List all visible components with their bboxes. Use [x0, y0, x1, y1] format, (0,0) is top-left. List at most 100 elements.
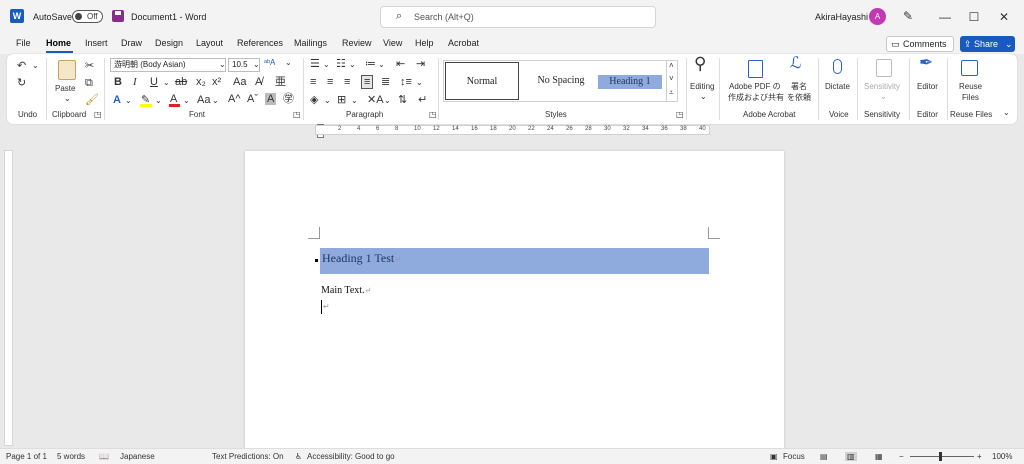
microphone-icon[interactable]: [833, 59, 842, 74]
comments-button[interactable]: ▭ Comments: [886, 36, 954, 52]
tab-references[interactable]: References: [237, 38, 283, 48]
styles-more-icon[interactable]: ⩡: [669, 88, 674, 98]
change-case-icon[interactable]: Aa: [233, 76, 246, 88]
request-signature-icon[interactable]: ℒ: [790, 56, 802, 72]
style-no-spacing[interactable]: No Spacing: [524, 62, 598, 100]
font-size-dropdown-icon[interactable]: ⌄: [253, 60, 260, 69]
page-count[interactable]: Page 1 of 1: [6, 452, 47, 461]
editing-label[interactable]: Editing: [690, 82, 714, 92]
clear-formatting-icon[interactable]: A̸: [255, 76, 262, 88]
text-effects-dropdown-icon[interactable]: ⌄: [125, 96, 132, 105]
numbering-icon[interactable]: ☷: [336, 58, 346, 70]
shrink-font-icon[interactable]: Aˇ: [247, 93, 258, 105]
bullets-dropdown-icon[interactable]: ⌄: [323, 60, 330, 69]
zoom-in-icon[interactable]: +: [977, 452, 982, 461]
text-effects-icon[interactable]: A: [113, 94, 121, 106]
web-layout-icon[interactable]: ▦: [875, 452, 883, 461]
word-count[interactable]: 5 words: [57, 452, 85, 461]
sign-label-1[interactable]: 署名: [791, 82, 807, 92]
zoom-slider-track[interactable]: [910, 456, 974, 457]
show-marks-icon[interactable]: ↵: [418, 94, 427, 106]
superscript-icon[interactable]: x²: [212, 76, 221, 88]
shading-icon[interactable]: ◈: [310, 94, 318, 106]
styles-up-icon[interactable]: ˄: [669, 61, 674, 70]
italic-icon[interactable]: I: [133, 76, 137, 88]
multilevel-list-icon[interactable]: ≔: [365, 58, 376, 70]
tab-design[interactable]: Design: [155, 38, 183, 48]
bullets-icon[interactable]: ☰: [310, 58, 320, 70]
increase-indent-icon[interactable]: ⇥: [416, 58, 425, 70]
heading-text[interactable]: Heading 1 Test↵: [322, 251, 401, 266]
reuse-label-1[interactable]: Reuse: [959, 82, 982, 92]
tab-mailings[interactable]: Mailings: [294, 38, 327, 48]
accessibility-status[interactable]: Accessibility: Good to go: [307, 452, 395, 461]
borders-icon[interactable]: ⊞: [337, 94, 346, 106]
close-icon[interactable]: ✕: [994, 8, 1014, 26]
grow-font-icon[interactable]: A^: [228, 93, 241, 105]
phonetic-dropdown-icon[interactable]: ⌄: [285, 58, 292, 67]
tab-draw[interactable]: Draw: [121, 38, 142, 48]
adobe-pdf-label-2[interactable]: 作成および共有: [728, 93, 784, 103]
zoom-slider-thumb[interactable]: [939, 452, 942, 461]
sign-label-2[interactable]: を依頼: [787, 93, 811, 103]
ruby-icon[interactable]: 亜: [275, 76, 286, 88]
read-mode-icon[interactable]: ▤: [820, 452, 828, 461]
tab-layout[interactable]: Layout: [196, 38, 223, 48]
editing-dropdown-icon[interactable]: ⌄: [700, 92, 707, 101]
vertical-ruler[interactable]: [4, 150, 13, 446]
borders-dropdown-icon[interactable]: ⌄: [351, 96, 358, 105]
underline-icon[interactable]: U: [150, 76, 158, 88]
underline-dropdown-icon[interactable]: ⌄: [163, 78, 170, 87]
font-name-dropdown-icon[interactable]: ⌄: [219, 60, 226, 69]
character-shading-icon[interactable]: A: [265, 93, 277, 105]
shading-dropdown-icon[interactable]: ⌄: [324, 96, 331, 105]
highlight-dropdown-icon[interactable]: ⌄: [155, 96, 162, 105]
distributed-icon[interactable]: ≣: [381, 76, 390, 88]
line-spacing-icon[interactable]: ↕≡: [400, 76, 412, 88]
align-right-icon[interactable]: ≡: [344, 76, 350, 88]
change-case-dropdown-icon[interactable]: ⌄: [212, 96, 219, 105]
tab-home[interactable]: Home: [46, 38, 71, 48]
body-text[interactable]: Main Text.↵: [321, 285, 371, 296]
line-spacing-dropdown-icon[interactable]: ⌄: [416, 78, 423, 87]
adobe-pdf-icon[interactable]: [748, 60, 763, 78]
paste-label[interactable]: Paste: [55, 84, 75, 94]
focus-label[interactable]: Focus: [783, 452, 805, 461]
sort-icon[interactable]: ⇅: [398, 94, 407, 106]
editor-label[interactable]: Editor: [917, 82, 938, 92]
undo-icon[interactable]: ↶: [17, 60, 26, 72]
editor-pen-icon[interactable]: ✒: [919, 54, 933, 71]
tab-file[interactable]: File: [16, 38, 31, 48]
focus-icon[interactable]: ▣: [770, 452, 778, 461]
font-color-dropdown-icon[interactable]: ⌄: [183, 96, 190, 105]
text-predictions-status[interactable]: Text Predictions: On: [212, 452, 284, 461]
print-layout-icon[interactable]: ▥: [845, 452, 857, 461]
zoom-level[interactable]: 100%: [992, 452, 1012, 461]
reuse-files-icon[interactable]: [961, 60, 978, 76]
paste-dropdown-icon[interactable]: ⌄: [64, 94, 71, 103]
undo-dropdown-icon[interactable]: ⌄: [32, 61, 39, 70]
dictate-label[interactable]: Dictate: [825, 82, 850, 92]
minimize-icon[interactable]: —: [935, 8, 955, 26]
styles-down-icon[interactable]: ˅: [669, 74, 674, 83]
tab-insert[interactable]: Insert: [85, 38, 108, 48]
enclose-characters-icon[interactable]: ㊫: [283, 93, 294, 105]
tab-view[interactable]: View: [383, 38, 402, 48]
align-center-icon[interactable]: ≡: [327, 76, 333, 88]
phonetic-guide-icon[interactable]: ᵃᵇA: [264, 58, 275, 67]
share-button[interactable]: ⇪ Share ⌄: [960, 36, 1015, 52]
autosave-toggle[interactable]: Off: [72, 10, 103, 23]
redo-icon[interactable]: ↻: [17, 77, 26, 89]
font-name-combo[interactable]: 游明朝 (Body Asian): [110, 58, 226, 72]
style-heading-1[interactable]: Heading 1: [598, 75, 662, 89]
styles-launcher-icon[interactable]: ◳: [676, 110, 684, 119]
tab-review[interactable]: Review: [342, 38, 372, 48]
decrease-indent-icon[interactable]: ⇤: [396, 58, 405, 70]
adobe-pdf-label-1[interactable]: Adobe PDF の: [729, 82, 781, 92]
maximize-icon[interactable]: ☐: [964, 8, 984, 26]
tab-help[interactable]: Help: [415, 38, 434, 48]
avatar[interactable]: A: [869, 8, 886, 25]
document-page[interactable]: [245, 151, 784, 451]
reuse-label-2[interactable]: Files: [962, 93, 979, 103]
editing-search-icon[interactable]: ⚲: [694, 55, 706, 72]
